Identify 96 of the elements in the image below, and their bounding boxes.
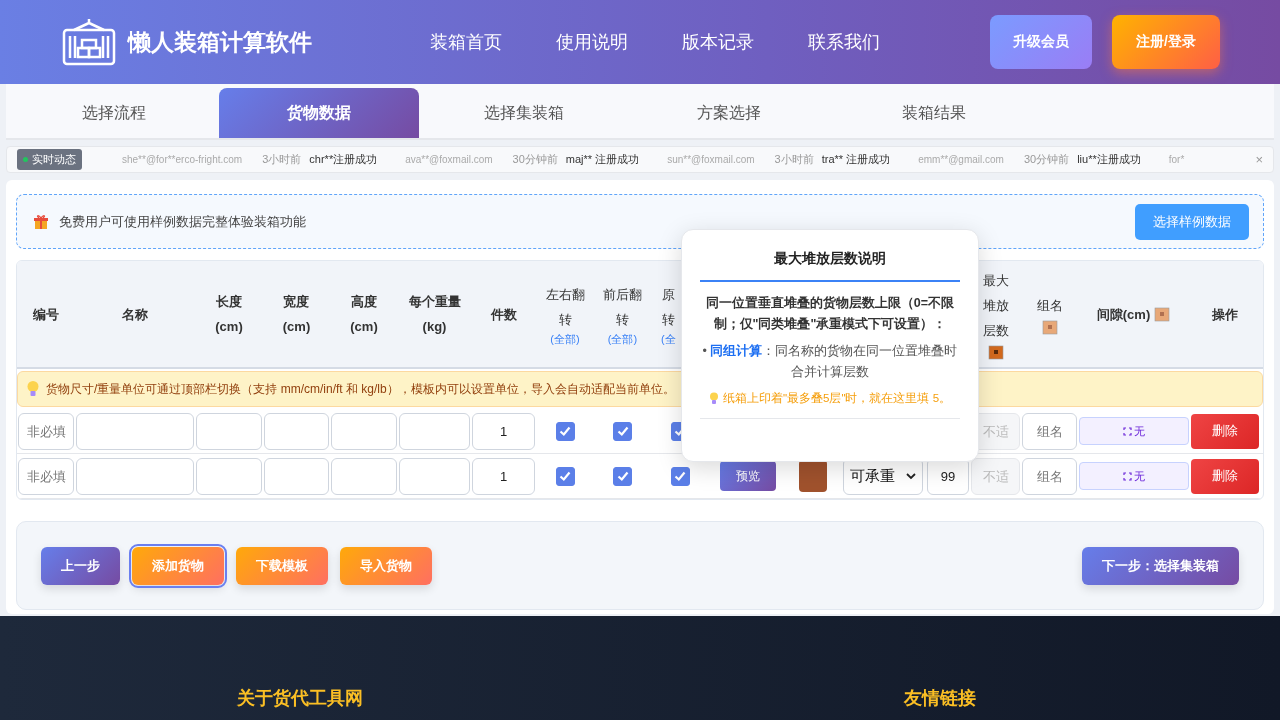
container-logo-icon [60, 16, 118, 68]
input-field[interactable]: 1 [472, 412, 535, 450]
input-field[interactable] [399, 412, 470, 450]
gift-icon [33, 213, 49, 230]
preview-button[interactable]: 预览 [719, 461, 776, 491]
nav-link[interactable]: 版本记录 [682, 30, 754, 54]
popup-bullet-text: • 同组计算：同名称的货物在同一位置堆叠时合并计算层数 [701, 343, 959, 381]
ticker-email: emm**@gmail.com [918, 154, 1004, 165]
ticker-email: she**@for**erco-fright.com [122, 154, 243, 165]
input-field[interactable]: 非必填 [18, 457, 74, 495]
step-tab[interactable]: 选择流程 [14, 88, 214, 138]
ticker-email: sun**@foxmail.com [667, 154, 755, 165]
column-header: 编号 [33, 305, 59, 324]
checkbox[interactable] [555, 421, 575, 441]
column-header: 前后翻 转 [603, 285, 642, 329]
input-field[interactable] [264, 412, 329, 450]
expand-icon [1123, 471, 1132, 481]
box-icon [1153, 305, 1172, 323]
nav-link[interactable]: 使用说明 [556, 30, 628, 54]
gap-button[interactable]: 无 [1079, 417, 1189, 445]
column-header: 组名 [1036, 296, 1063, 315]
input-field[interactable] [196, 412, 262, 450]
column-header: 件数 [490, 305, 517, 324]
checkmark-icon [615, 469, 630, 483]
input-field[interactable] [76, 457, 194, 495]
app-title: 懒人装箱计算软件 [128, 27, 312, 57]
column-header: 长度 (cm) [215, 293, 243, 336]
checkbox[interactable] [613, 466, 632, 486]
step-tab[interactable]: 选择集装箱 [424, 88, 624, 138]
input-field[interactable] [331, 457, 397, 495]
action-button[interactable]: 上一步 [41, 546, 120, 585]
nav-link[interactable]: 装箱首页 [430, 30, 502, 54]
chevron-down-icon [906, 472, 916, 480]
input-field[interactable]: 非必填 [18, 412, 74, 450]
close-button[interactable]: × [1255, 152, 1263, 167]
input-field[interactable] [196, 457, 262, 495]
column-header: 最大 堆放 层数 [982, 271, 1009, 340]
popup-text: 同一位置垂直堆叠的货物层数上限（0=不限制；仅"同类堆叠"承重模式下可设置）： [704, 295, 956, 333]
column-header: 原 转 [661, 285, 675, 329]
column-header: 每个重量 (kg) [408, 293, 461, 336]
upgrade-button[interactable]: 升级会员 [990, 15, 1092, 69]
input-field[interactable] [76, 412, 194, 450]
lightbulb-icon [708, 392, 719, 405]
checkbox[interactable] [555, 466, 575, 486]
step-tab[interactable]: 方案选择 [629, 88, 829, 138]
select-all-link[interactable]: (全部) [550, 331, 580, 347]
action-button[interactable]: 下一步：选择集装箱 [1082, 546, 1239, 585]
ticker-time: 30分钟前 [512, 152, 558, 167]
color-swatch[interactable] [799, 460, 827, 492]
step-tab[interactable]: 装箱结果 [834, 88, 1034, 138]
checkmark-icon [558, 469, 572, 483]
expand-icon [1123, 426, 1132, 436]
box-icon [1040, 317, 1059, 336]
sample-data-button[interactable]: 选择样例数据 [1135, 203, 1249, 240]
column-header: 高度 (cm) [350, 293, 378, 336]
ticker-event: chr**注册成功 [309, 152, 378, 167]
checkmark-icon [673, 469, 687, 483]
delete-button[interactable]: 删除 [1191, 458, 1259, 494]
column-header: 左右翻 转 [545, 285, 585, 329]
ticker-event: tra** 注册成功 [821, 152, 891, 167]
checkmark-icon [558, 424, 572, 438]
ticker-event: maj** 注册成功 [565, 152, 640, 167]
checkmark-icon [615, 424, 630, 438]
input-field[interactable]: 组名 [1022, 412, 1077, 450]
input-field[interactable] [399, 457, 470, 495]
ticker-time: 3小时前 [262, 152, 302, 167]
footer-heading: 关于货代工具网 [236, 687, 364, 710]
nav-link[interactable]: 联系我们 [808, 30, 880, 54]
popup-tip-text: 纸箱上印着"最多叠5层"时，就在这里填 5。 [722, 391, 952, 406]
popup-title: 最大堆放层数说明 [700, 250, 960, 282]
notice-text: 免费用户可使用样例数据完整体验装箱功能 [59, 212, 307, 231]
checkbox[interactable] [670, 466, 690, 486]
input-field[interactable]: 组名 [1022, 457, 1077, 495]
footer-heading: 友情链接 [902, 687, 977, 710]
ticker-time: 3小时前 [774, 152, 814, 167]
gap-button[interactable]: 无 [1079, 462, 1189, 490]
input-field[interactable]: 1 [472, 457, 535, 495]
column-header: 间隙(cm) [1096, 305, 1151, 324]
unit-hint-text: 货物尺寸/重量单位可通过顶部栏切换（支持 mm/cm/in/ft 和 kg/lb），模板内可以设置单位，导入会自动适配当前单位。 [46, 380, 675, 398]
delete-button[interactable]: 删除 [1191, 413, 1259, 449]
select-all-link[interactable]: (全 [661, 331, 676, 347]
input-field[interactable] [264, 457, 329, 495]
column-header: 操作 [1212, 305, 1238, 324]
step-tab[interactable]: 货物数据 [219, 88, 419, 138]
select-all-link[interactable]: (全部) [607, 331, 638, 347]
column-header: 名称 [122, 305, 148, 324]
ticker-email: for* [1168, 154, 1185, 165]
ticker-event: liu**注册成功 [1077, 152, 1141, 167]
ticker-time: 30分钟前 [1023, 152, 1070, 167]
box-icon [986, 342, 1005, 361]
lightbulb-icon [26, 380, 40, 398]
live-badge: 实时动态 [17, 149, 82, 170]
column-header: 宽度 (cm) [282, 293, 311, 336]
ticker-email: ava**@foxmail.com [405, 154, 493, 165]
checkbox[interactable] [613, 421, 632, 441]
input-field[interactable] [331, 412, 397, 450]
